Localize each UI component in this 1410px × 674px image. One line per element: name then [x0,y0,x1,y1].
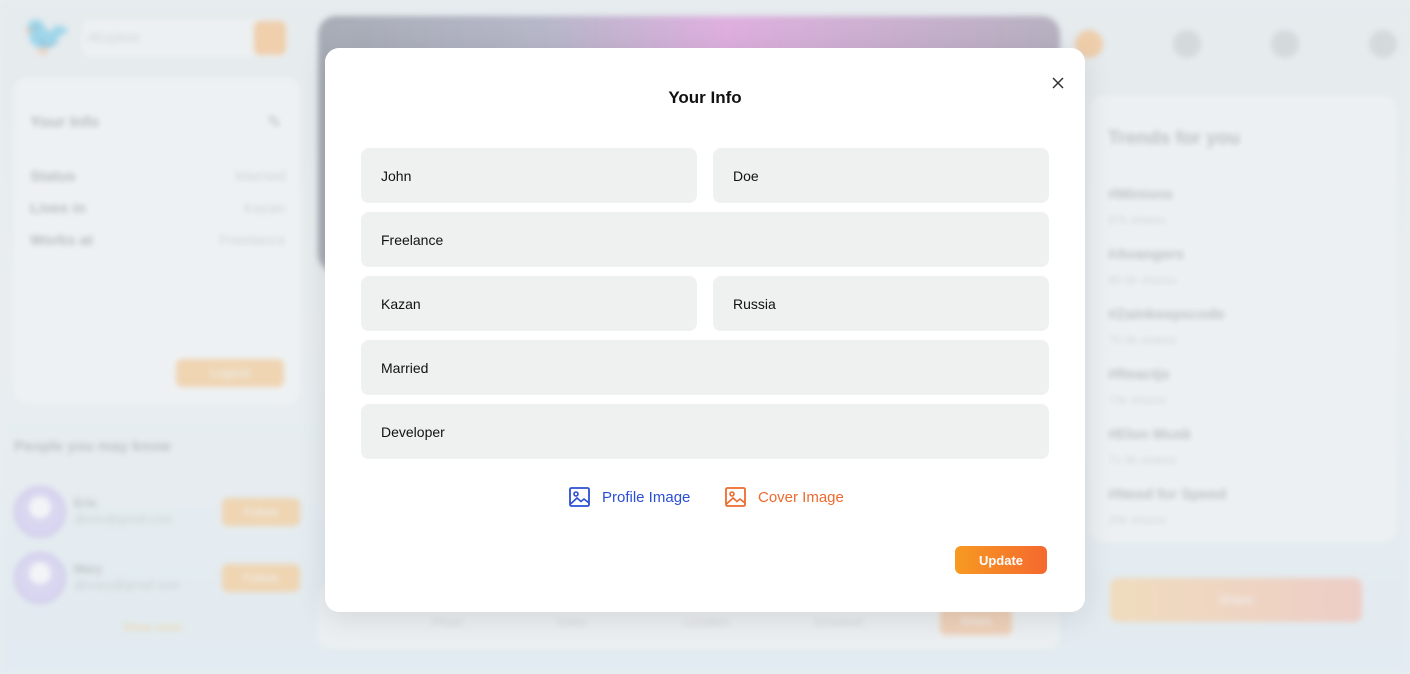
first-name-input[interactable] [361,148,697,203]
image-icon [725,487,746,507]
profile-image-button[interactable]: Profile Image [569,486,690,508]
image-icon [569,487,590,507]
country-input[interactable] [713,276,1049,331]
last-name-input[interactable] [713,148,1049,203]
cover-image-button[interactable]: Cover Image [725,486,844,508]
relationship-input[interactable] [361,340,1049,395]
about-input[interactable] [361,404,1049,459]
close-icon[interactable] [1048,73,1068,93]
update-button[interactable]: Update [955,546,1047,574]
lives-in-input[interactable] [361,276,697,331]
profile-image-label: Profile Image [602,488,691,506]
cover-image-label: Cover Image [758,488,844,506]
works-at-input[interactable] [361,212,1049,267]
modal-title: Your Info [668,88,742,107]
your-info-modal: Your Info Profile Image Cover Image Upda… [325,48,1085,612]
